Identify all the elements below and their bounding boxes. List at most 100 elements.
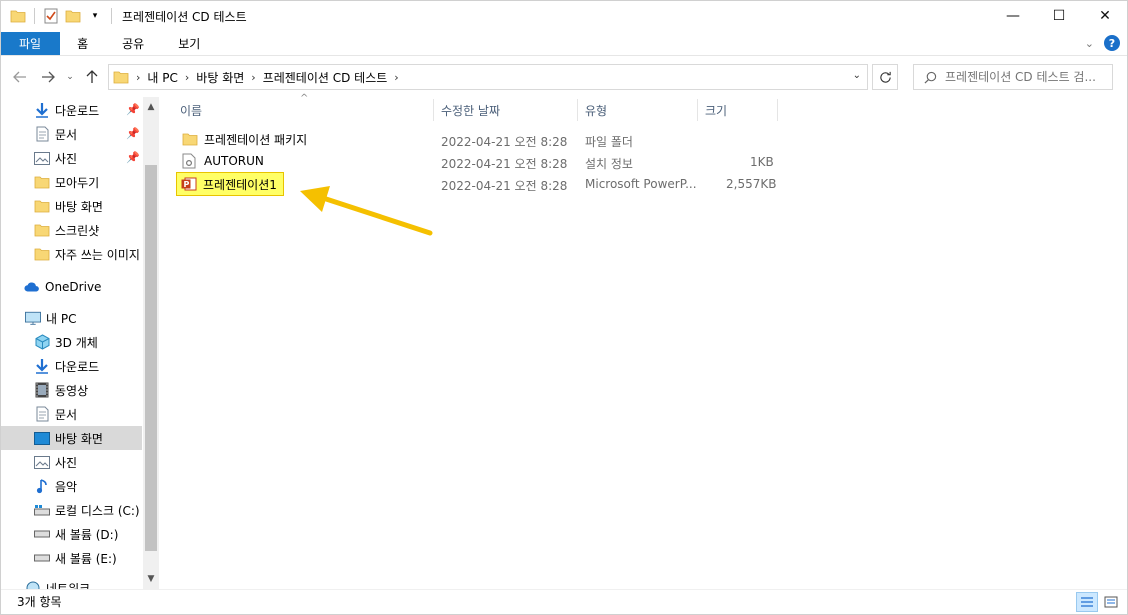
details-view-button[interactable] xyxy=(1076,592,1098,612)
search-input[interactable] xyxy=(945,70,1110,84)
toolbar-separator xyxy=(34,8,35,24)
sidebar-item-drive-e[interactable]: 새 볼륨 (E:) xyxy=(0,546,142,570)
scroll-up-arrow-icon[interactable]: ▲ xyxy=(143,99,159,115)
column-label: 수정한 날짜 xyxy=(441,103,501,118)
sidebar-item-label: 새 볼륨 (E:) xyxy=(55,551,117,566)
sidebar-item-frequent-images[interactable]: 자주 쓰는 이미지 xyxy=(0,242,142,266)
search-icon xyxy=(924,71,937,84)
breadcrumb-chevron-icon[interactable]: › xyxy=(394,71,398,84)
sidebar-item-label: 바탕 화면 xyxy=(55,431,103,446)
column-divider[interactable] xyxy=(777,99,778,121)
sidebar-item-screenshots[interactable]: 스크린샷 xyxy=(0,218,142,242)
help-icon[interactable]: ? xyxy=(1104,35,1120,51)
address-bar[interactable]: › 내 PC › 바탕 화면 › 프레젠테이션 CD 테스트 › ⌄ xyxy=(108,64,868,90)
file-row[interactable]: 프레젠테이션 패키지 2022-04-21 오전 8:28 파일 폴더 xyxy=(176,129,786,151)
sidebar-item-desktop[interactable]: 바탕 화면 xyxy=(0,426,142,450)
sidebar-item-documents-pinned[interactable]: 문서 📌 xyxy=(0,122,142,146)
scrollbar-thumb[interactable] xyxy=(145,165,157,551)
file-name-cell[interactable]: 프레젠테이션 패키지 xyxy=(176,131,307,148)
sidebar-item-label: 자주 쓰는 이미지 xyxy=(55,247,140,262)
pin-icon[interactable]: 📌 xyxy=(126,103,140,116)
breadcrumb-current-folder[interactable]: 프레젠테이션 CD 테스트 xyxy=(263,69,388,86)
breadcrumb-this-pc[interactable]: 내 PC xyxy=(147,69,177,86)
document-icon xyxy=(34,126,50,142)
sidebar-item-label: 다운로드 xyxy=(55,103,100,118)
sidebar-item-label: 로컬 디스크 (C:) xyxy=(55,503,140,518)
forward-arrow-icon[interactable] xyxy=(38,65,58,89)
navigation-pane: 다운로드 📌 문서 📌 사진 📌 모아두기 바탕 화면 스크린샷 자주 쓰는 이… xyxy=(0,97,160,589)
recent-locations-chevron-icon[interactable]: ⌄ xyxy=(60,65,80,89)
window-title: 프레젠테이션 CD 테스트 xyxy=(122,9,247,24)
sidebar-item-videos[interactable]: 동영상 xyxy=(0,378,142,402)
column-header-name[interactable]: 이름 xyxy=(176,97,434,123)
pin-icon[interactable]: 📌 xyxy=(126,151,140,164)
music-note-icon xyxy=(34,478,50,494)
column-header-date[interactable]: 수정한 날짜 xyxy=(434,97,578,123)
tab-share[interactable]: 공유 xyxy=(105,32,161,55)
breadcrumb-chevron-icon[interactable]: › xyxy=(185,71,189,84)
network-icon xyxy=(25,580,41,589)
file-name-cell-highlighted[interactable]: P 프레젠테이션1 xyxy=(176,172,284,196)
sidebar-scrollbar[interactable]: ▲ ▼ xyxy=(143,97,159,589)
file-type: 설치 정보 xyxy=(585,157,633,171)
file-row[interactable]: AUTORUN 2022-04-21 오전 8:28 설치 정보 1KB xyxy=(176,151,786,173)
breadcrumb-chevron-icon[interactable]: › xyxy=(251,71,255,84)
sidebar-item-pictures-pinned[interactable]: 사진 📌 xyxy=(0,146,142,170)
sidebar-item-drive-c[interactable]: 로컬 디스크 (C:) xyxy=(0,498,142,522)
minimize-button[interactable]: — xyxy=(990,0,1036,32)
sidebar-item-music[interactable]: 음악 xyxy=(0,474,142,498)
sidebar-item-downloads[interactable]: 다운로드 xyxy=(0,354,142,378)
properties-check-icon[interactable] xyxy=(43,8,59,24)
svg-text:P: P xyxy=(184,180,190,189)
file-size: 1KB xyxy=(750,155,774,169)
new-folder-icon[interactable] xyxy=(65,8,81,24)
sidebar-item-desktop-quick[interactable]: 바탕 화면 xyxy=(0,194,142,218)
expand-ribbon-chevron-icon[interactable]: ⌄ xyxy=(1085,37,1094,50)
file-name-cell[interactable]: AUTORUN xyxy=(176,153,264,169)
sidebar-item-label: 바탕 화면 xyxy=(55,199,103,214)
desktop-icon xyxy=(34,430,50,446)
status-bar: 3개 항목 xyxy=(0,589,1128,613)
sidebar-item-documents[interactable]: 문서 xyxy=(0,402,142,426)
video-icon xyxy=(34,382,50,398)
customize-dropdown-icon[interactable]: ▾ xyxy=(87,8,103,24)
sidebar-item-label: 문서 xyxy=(55,407,78,422)
tab-home[interactable]: 홈 xyxy=(60,32,105,55)
sidebar-item-this-pc[interactable]: 내 PC xyxy=(0,306,142,330)
document-icon xyxy=(34,406,50,422)
file-row-selected[interactable]: P 프레젠테이션1 2022-04-21 오전 8:28 Microsoft P… xyxy=(176,172,786,196)
cloud-icon xyxy=(24,279,40,295)
breadcrumb-chevron-icon[interactable]: › xyxy=(136,71,140,84)
breadcrumb-desktop[interactable]: 바탕 화면 xyxy=(196,69,244,86)
pin-icon[interactable]: 📌 xyxy=(126,127,140,140)
tab-file[interactable]: 파일 xyxy=(0,32,61,55)
up-arrow-icon[interactable] xyxy=(82,65,102,89)
file-date: 2022-04-21 오전 8:28 xyxy=(441,135,568,149)
sidebar-item-network[interactable]: 네트워크 xyxy=(0,576,142,589)
column-header-size[interactable]: 크기 xyxy=(698,97,778,123)
back-arrow-icon[interactable] xyxy=(10,65,30,89)
sidebar-item-3d-objects[interactable]: 3D 개체 xyxy=(0,330,142,354)
sidebar-item-moadugi[interactable]: 모아두기 xyxy=(0,170,142,194)
sidebar-item-drive-d[interactable]: 새 볼륨 (D:) xyxy=(0,522,142,546)
address-dropdown-chevron-icon[interactable]: ⌄ xyxy=(853,70,861,81)
close-button[interactable]: ✕ xyxy=(1082,0,1128,32)
tab-view[interactable]: 보기 xyxy=(161,32,217,55)
sidebar-item-label: 동영상 xyxy=(55,383,89,398)
settings-file-icon xyxy=(182,153,198,169)
refresh-button[interactable] xyxy=(872,64,898,90)
pictures-icon xyxy=(34,150,50,166)
folder-icon[interactable] xyxy=(10,8,26,24)
large-icons-view-button[interactable] xyxy=(1100,592,1122,612)
computer-icon xyxy=(25,310,41,326)
drive-icon xyxy=(34,502,50,518)
search-box[interactable] xyxy=(913,64,1113,90)
sidebar-item-pictures[interactable]: 사진 xyxy=(0,450,142,474)
sidebar-item-onedrive[interactable]: OneDrive xyxy=(0,275,142,299)
maximize-button[interactable]: ☐ xyxy=(1036,0,1082,32)
scroll-down-arrow-icon[interactable]: ▼ xyxy=(143,571,159,587)
sidebar-item-label: OneDrive xyxy=(45,280,102,294)
sidebar-item-label: 음악 xyxy=(55,479,78,494)
sidebar-item-downloads-pinned[interactable]: 다운로드 📌 xyxy=(0,98,142,122)
column-header-type[interactable]: 유형 xyxy=(578,97,698,123)
